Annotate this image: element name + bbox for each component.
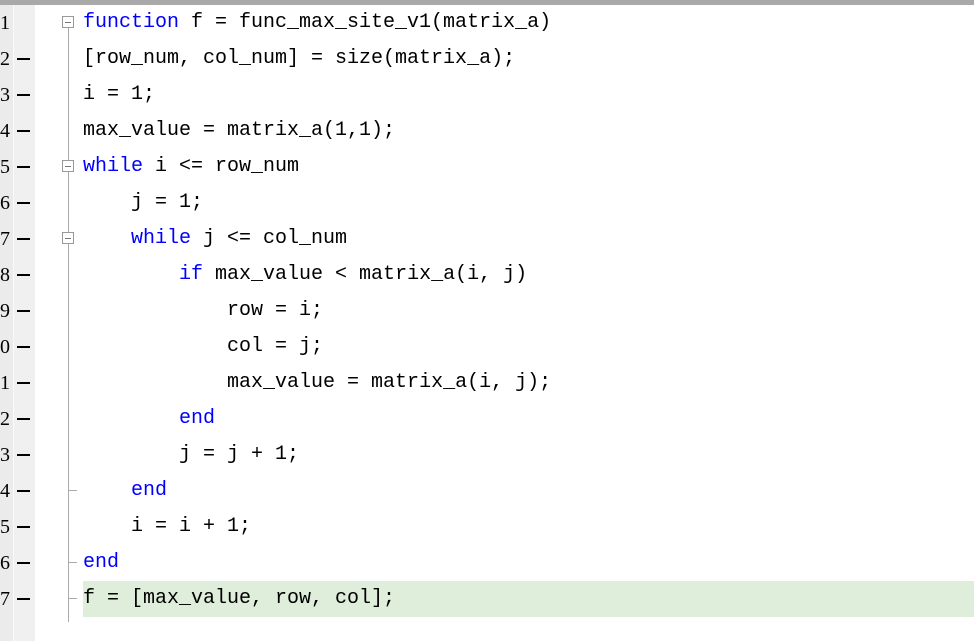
- fold-collapse-icon[interactable]: [62, 16, 74, 28]
- fold-end-marker: [69, 562, 77, 563]
- code-text[interactable]: f = [max_value, row, col];: [83, 581, 974, 617]
- code-body: [row_num, col_num] = size(matrix_a);: [83, 47, 516, 70]
- code-text[interactable]: end: [83, 545, 119, 581]
- code-body: max_value = matrix_a(i, j);: [227, 371, 552, 394]
- line-number: 10: [0, 336, 10, 358]
- code-line[interactable]: 5 while i <= row_num: [0, 149, 974, 185]
- executable-line-marker[interactable]: [17, 490, 30, 492]
- code-line[interactable]: 11 max_value = matrix_a(i, j);: [0, 365, 974, 401]
- executable-line-marker[interactable]: [17, 310, 30, 312]
- keyword: end: [131, 479, 168, 502]
- code-body: f = func_max_site_v1(matrix_a): [179, 11, 552, 34]
- code-line[interactable]: 8 if max_value < matrix_a(i, j): [0, 257, 974, 293]
- line-number: 11: [0, 372, 10, 394]
- code-line[interactable]: 10 col = j;: [0, 329, 974, 365]
- code-line[interactable]: 4 max_value = matrix_a(1,1);: [0, 113, 974, 149]
- code-text[interactable]: if max_value < matrix_a(i, j): [83, 257, 527, 293]
- keyword: while: [83, 155, 144, 178]
- executable-line-marker[interactable]: [17, 526, 30, 528]
- code-text[interactable]: col = j;: [83, 329, 323, 365]
- executable-line-marker[interactable]: [17, 346, 30, 348]
- code-line[interactable]: 1 function f = func_max_site_v1(matrix_a): [0, 5, 974, 41]
- code-body: f = [max_value, row, col];: [83, 587, 396, 610]
- code-text[interactable]: j = 1;: [83, 185, 203, 221]
- code-text[interactable]: [row_num, col_num] = size(matrix_a);: [83, 41, 515, 77]
- code-body: i = i + 1;: [131, 515, 252, 538]
- keyword: end: [179, 407, 216, 430]
- line-number: 2: [0, 48, 10, 70]
- code-body: j = j + 1;: [179, 443, 300, 466]
- code-text[interactable]: j = j + 1;: [83, 437, 299, 473]
- code-body: j = 1;: [131, 191, 204, 214]
- code-body: max_value = matrix_a(1,1);: [83, 119, 396, 142]
- code-line[interactable]: 14 end: [0, 473, 974, 509]
- code-text[interactable]: function f = func_max_site_v1(matrix_a): [83, 5, 551, 41]
- code-line[interactable]: 2 [row_num, col_num] = size(matrix_a);: [0, 41, 974, 77]
- keyword: while: [131, 227, 192, 250]
- code-body: row = i;: [227, 299, 324, 322]
- code-text[interactable]: end: [83, 473, 167, 509]
- code-text[interactable]: end: [83, 401, 215, 437]
- executable-line-marker[interactable]: [17, 274, 30, 276]
- executable-line-marker[interactable]: [17, 130, 30, 132]
- executable-line-marker[interactable]: [17, 94, 30, 96]
- line-number: 14: [0, 480, 10, 502]
- keyword: if: [179, 263, 204, 286]
- code-line[interactable]: 15 i = i + 1;: [0, 509, 974, 545]
- code-line[interactable]: 3 i = 1;: [0, 77, 974, 113]
- line-number: 12: [0, 408, 10, 430]
- keyword: function: [83, 11, 180, 34]
- code-text[interactable]: while i <= row_num: [83, 149, 299, 185]
- executable-line-marker[interactable]: [17, 562, 30, 564]
- code-line[interactable]: 17 f = [max_value, row, col];: [0, 581, 974, 617]
- code-line[interactable]: 6 j = 1;: [0, 185, 974, 221]
- code-text[interactable]: i = 1;: [83, 77, 155, 113]
- executable-line-marker[interactable]: [17, 454, 30, 456]
- executable-line-marker[interactable]: [17, 418, 30, 420]
- code-text[interactable]: i = i + 1;: [83, 509, 251, 545]
- code-line[interactable]: 16 end: [0, 545, 974, 581]
- fold-end-marker: [69, 598, 77, 599]
- line-number: 16: [0, 552, 10, 574]
- line-number: 17: [0, 588, 10, 610]
- executable-line-marker[interactable]: [17, 58, 30, 60]
- code-text[interactable]: row = i;: [83, 293, 323, 329]
- fold-collapse-icon[interactable]: [62, 232, 74, 244]
- executable-line-marker[interactable]: [17, 382, 30, 384]
- code-line[interactable]: 13 j = j + 1;: [0, 437, 974, 473]
- code-line[interactable]: 12 end: [0, 401, 974, 437]
- code-text[interactable]: while j <= col_num: [83, 221, 347, 257]
- line-number: 7: [0, 228, 10, 250]
- code-body: j <= col_num: [191, 227, 348, 250]
- executable-line-marker[interactable]: [17, 598, 30, 600]
- line-number: 6: [0, 192, 10, 214]
- fold-collapse-icon[interactable]: [62, 160, 74, 172]
- code-body: i = 1;: [83, 83, 156, 106]
- code-body: i <= row_num: [143, 155, 300, 178]
- code-text[interactable]: max_value = matrix_a(i, j);: [83, 365, 551, 401]
- line-number: 9: [0, 300, 10, 322]
- line-number: 8: [0, 264, 10, 286]
- line-number: 1: [0, 12, 10, 34]
- line-number: 3: [0, 84, 10, 106]
- line-number: 4: [0, 120, 10, 142]
- line-number: 13: [0, 444, 10, 466]
- code-text[interactable]: max_value = matrix_a(1,1);: [83, 113, 395, 149]
- keyword: end: [83, 551, 120, 574]
- executable-line-marker[interactable]: [17, 202, 30, 204]
- fold-end-marker: [69, 490, 77, 491]
- code-body: col = j;: [227, 335, 324, 358]
- code-line[interactable]: 9 row = i;: [0, 293, 974, 329]
- code-line[interactable]: 7 while j <= col_num: [0, 221, 974, 257]
- code-body: max_value < matrix_a(i, j): [203, 263, 528, 286]
- executable-line-marker[interactable]: [17, 238, 30, 240]
- executable-line-marker[interactable]: [17, 166, 30, 168]
- line-number: 5: [0, 156, 10, 178]
- line-number: 15: [0, 516, 10, 538]
